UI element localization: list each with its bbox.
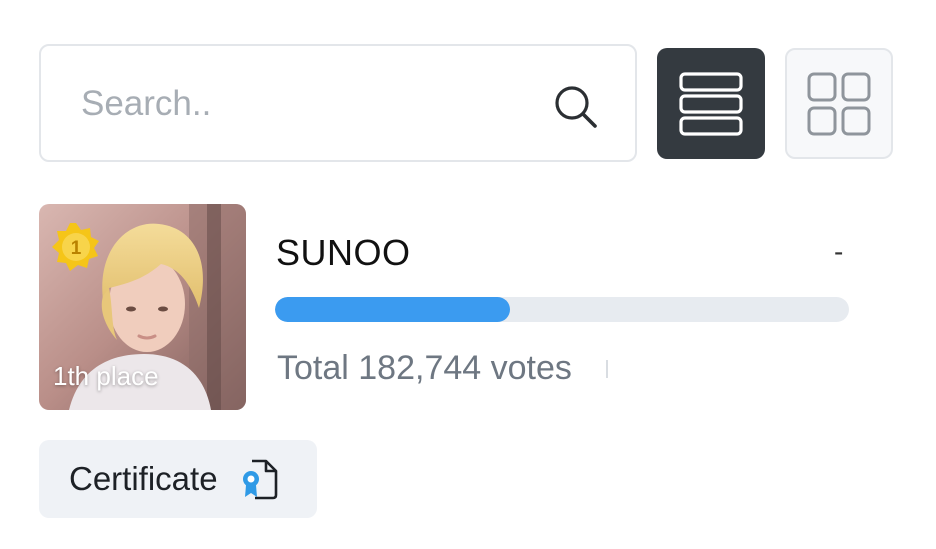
gold-medal-icon: 1	[52, 223, 99, 271]
search-box[interactable]	[39, 44, 637, 162]
rank-change: -	[834, 236, 844, 267]
certificate-button[interactable]: Certificate	[39, 440, 317, 518]
candidate-name: SUNOO	[276, 232, 411, 273]
grid-view-icon	[807, 72, 871, 135]
certificate-icon	[242, 459, 277, 500]
vote-progress-fill	[275, 297, 511, 322]
place-label: 1th place	[53, 361, 159, 391]
certificate-label: Certificate	[69, 460, 218, 497]
list-view-button[interactable]	[657, 48, 765, 159]
divider	[606, 360, 608, 378]
candidate-photo[interactable]: 1 1th place	[39, 204, 246, 410]
grid-view-button[interactable]	[785, 48, 893, 159]
medal-rank: 1	[71, 238, 82, 259]
total-votes: Total 182,744 votes	[277, 349, 572, 387]
search-icon[interactable]	[551, 82, 601, 132]
list-view-icon	[679, 71, 743, 136]
vote-progress-bar	[275, 297, 849, 322]
search-input[interactable]	[81, 76, 521, 132]
